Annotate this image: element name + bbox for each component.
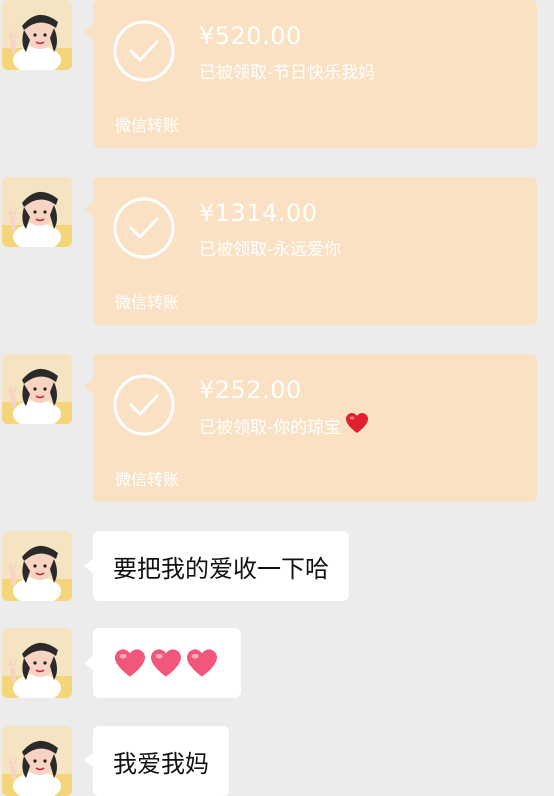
transfer-card[interactable]: ¥520.00 已被领取-节日快乐我妈 微信转账: [93, 0, 537, 148]
avatar[interactable]: [2, 531, 72, 601]
red-heart-icon: [345, 412, 369, 439]
message-text: 要把我的爱收一下哈: [113, 554, 329, 583]
transfer-status-text: 已被领取-你的琼宝: [199, 418, 342, 438]
avatar[interactable]: [2, 628, 72, 698]
check-circle-icon: [113, 197, 175, 259]
transfer-amount: ¥1314.00: [199, 199, 318, 227]
transfer-status-text: 已被领取-节日快乐我妈: [199, 63, 376, 83]
message-text: 我爱我妈: [113, 749, 209, 778]
transfer-status: 已被领取-节日快乐我妈: [199, 58, 375, 83]
transfer-footer: 微信转账: [115, 116, 180, 135]
avatar[interactable]: [2, 177, 72, 247]
avatar[interactable]: [2, 726, 72, 796]
pink-heart-icon: [115, 649, 145, 677]
text-bubble[interactable]: 我爱我妈: [93, 726, 229, 796]
transfer-status-text: 已被领取-永远爱你: [199, 240, 342, 260]
avatar[interactable]: [2, 0, 72, 70]
emoji-bubble[interactable]: [93, 628, 241, 698]
transfer-amount: ¥520.00: [199, 22, 302, 50]
transfer-amount: ¥252.00: [199, 376, 302, 404]
avatar[interactable]: [2, 354, 72, 424]
transfer-card[interactable]: ¥252.00 已被领取-你的琼宝 微信转账: [93, 354, 537, 502]
check-circle-icon: [113, 374, 175, 436]
text-bubble[interactable]: 要把我的爱收一下哈: [93, 531, 349, 601]
transfer-footer: 微信转账: [115, 293, 180, 312]
transfer-status: 已被领取-你的琼宝: [199, 412, 369, 439]
transfer-status: 已被领取-永远爱你: [199, 235, 341, 260]
transfer-footer: 微信转账: [115, 470, 180, 489]
pink-heart-icon: [151, 649, 181, 677]
transfer-card[interactable]: ¥1314.00 已被领取-永远爱你 微信转账: [93, 177, 537, 325]
pink-heart-icon: [187, 649, 217, 677]
check-circle-icon: [113, 20, 175, 82]
